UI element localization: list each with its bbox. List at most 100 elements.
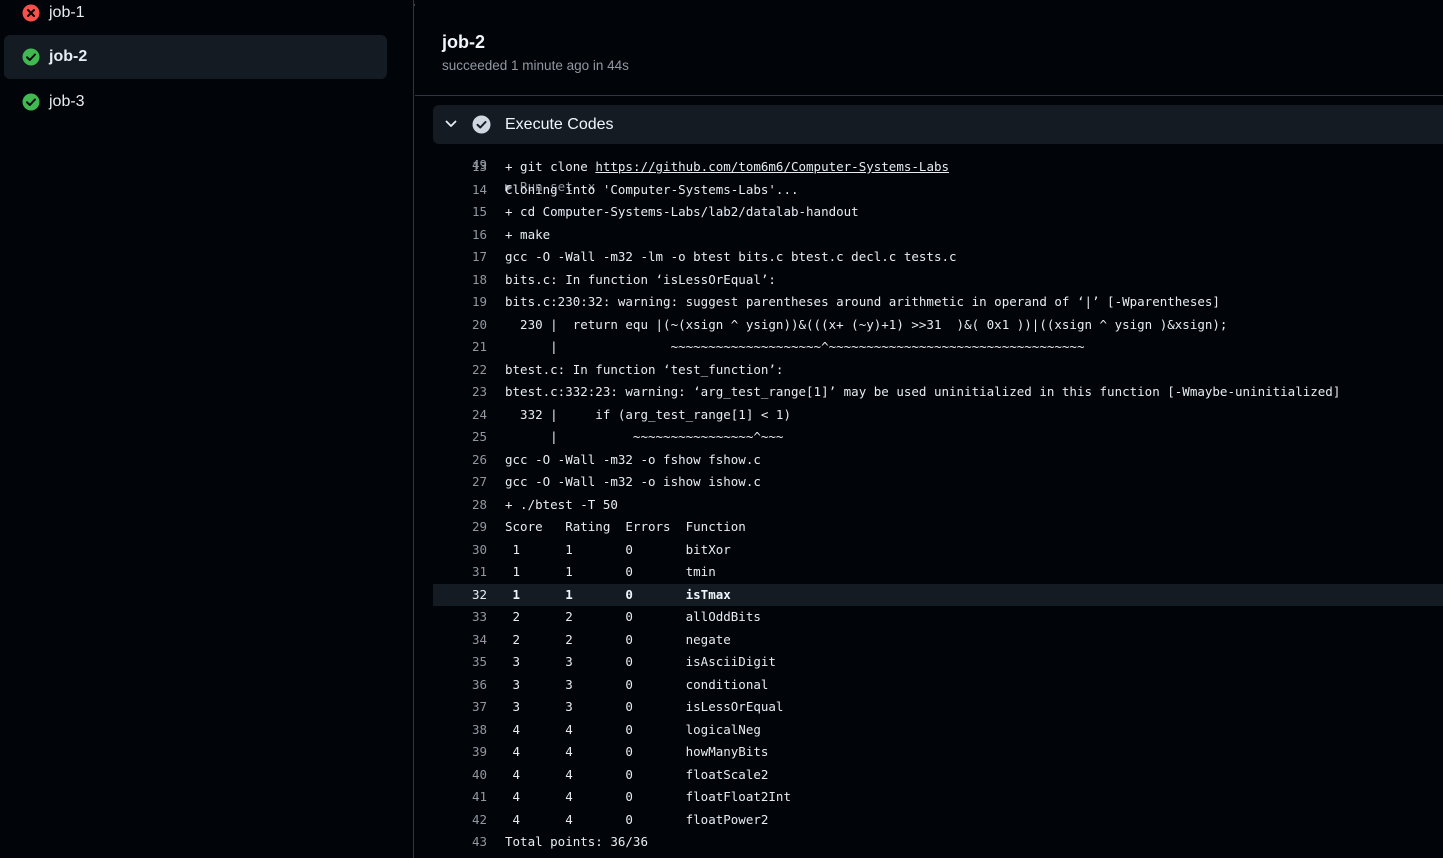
line-number[interactable]: 26 (433, 449, 487, 471)
log-line: 18 bits.c: In function ‘isLessOrEqual’: (433, 269, 1443, 291)
line-text: 3 3 0 isLessOrEqual (505, 696, 784, 718)
line-text: 4 4 0 floatFloat2Int (505, 786, 791, 808)
line-number[interactable]: 38 (433, 719, 487, 741)
line-number[interactable]: 18 (433, 269, 487, 291)
line-number[interactable]: 28 (433, 494, 487, 516)
line-content: 3 3 0 isLessOrEqual (505, 699, 784, 714)
line-content: 4 4 0 logicalNeg (505, 721, 761, 737)
line-number[interactable]: 16 (433, 224, 487, 246)
job-item-job-2[interactable]: job-2 (4, 35, 387, 79)
line-number[interactable]: 24 (433, 404, 487, 426)
line-number[interactable]: 43 (433, 831, 487, 853)
line-content: + make (505, 226, 551, 242)
line-text: + make (505, 224, 550, 246)
line-number[interactable]: 33 (433, 606, 487, 628)
step-header-execute-codes[interactable]: Execute Codes (433, 105, 1443, 144)
line-number[interactable]: 17 (433, 246, 487, 268)
line-text: + cd Computer-Systems-Labs/lab2/datalab-… (505, 201, 859, 223)
line-content: gcc -O -Wall -m32 -lm -o btest bits.c bt… (505, 249, 957, 264)
log-line: 41 4 4 0 floatFloat2Int (433, 786, 1443, 808)
log-line: 34 2 2 0 negate (433, 629, 1443, 651)
repo-link[interactable]: https://github.com/tom6m6/Computer-Syste… (595, 159, 949, 174)
log-line: 24 332 | if (arg_test_range[1] < 1) (433, 404, 1443, 426)
line-number[interactable]: 15 (433, 201, 487, 223)
log-line: 42 4 4 0 floatPower2 (433, 809, 1443, 831)
line-number[interactable]: 37 (433, 696, 487, 718)
line-number[interactable]: 25 (433, 426, 487, 448)
line-text: gcc -O -Wall -m32 -o fshow fshow.c (505, 449, 761, 471)
job-label: job-2 (49, 48, 88, 65)
line-content: + git clone (505, 159, 596, 174)
log-line: 21 | ~~~~~~~~~~~~~~~~~~~~^~~~~~~~~~~~~~~… (433, 336, 1443, 358)
log-line: 43 Total points: 36/36 (433, 831, 1443, 853)
line-text: 4 4 0 logicalNeg (505, 719, 761, 741)
line-number[interactable]: 32 (433, 584, 487, 606)
line-content: bits.c:230:32: warning: suggest parenthe… (505, 294, 1220, 309)
line-number[interactable]: 31 (433, 561, 487, 583)
line-number[interactable]: 20 (433, 314, 487, 336)
step-title: Execute Codes (505, 116, 614, 133)
log-line: 27 gcc -O -Wall -m32 -o ishow ishow.c (433, 471, 1443, 493)
line-text: + ./btest -T 50 (505, 494, 618, 516)
line-content: 2 2 0 allOddBits (505, 609, 761, 624)
line-text: btest.c: In function ‘test_function’: (505, 359, 783, 381)
line-content: | ~~~~~~~~~~~~~~~~^~~~ (505, 429, 784, 444)
log-line: 28 + ./btest -T 50 (433, 494, 1443, 516)
line-content: btest.c: In function ‘test_function’: (505, 361, 784, 377)
log-line: 30 1 1 0 bitXor (433, 539, 1443, 561)
x-circle-fill-icon (22, 4, 40, 22)
log-line: 35 3 3 0 isAsciiDigit (433, 651, 1443, 673)
log-line: 32 1 1 0 isTmax (433, 583, 1443, 606)
log-line: 20 230 | return equ |(~(xsign ^ ysign))&… (433, 314, 1443, 336)
line-content: 4 4 0 floatPower2 (505, 811, 769, 827)
line-content: Cloning into 'Computer-Systems-Labs'... (505, 181, 799, 197)
line-number[interactable]: 42 (433, 809, 487, 831)
line-content: 4 4 0 floatFloat2Int (505, 789, 791, 804)
line-content: 3 3 0 isAsciiDigit (505, 654, 776, 669)
line-number[interactable]: 35 (433, 651, 487, 673)
line-number[interactable]: 13 (433, 156, 487, 178)
jobs-sidebar: job-1 job-2 job-3 (0, 0, 414, 858)
line-number[interactable]: 40 (433, 764, 487, 786)
chevron-down-icon[interactable] (444, 117, 458, 131)
line-text: 4 4 0 howManyBits (505, 741, 769, 763)
line-text: | ~~~~~~~~~~~~~~~~~~~~^~~~~~~~~~~~~~~~~~… (505, 336, 1084, 358)
job-item-job-3[interactable]: job-3 (4, 80, 387, 124)
line-number[interactable]: 39 (433, 741, 487, 763)
log-line: 31 1 1 0 tmin (433, 561, 1443, 583)
log-line: 25 | ~~~~~~~~~~~~~~~~^~~~ (433, 426, 1443, 448)
line-content: Score Rating Errors Function (505, 519, 746, 534)
line-content: 1 1 0 bitXor (505, 541, 731, 557)
log-line: 26 gcc -O -Wall -m32 -o fshow fshow.c (433, 449, 1443, 471)
line-number[interactable]: 14 (433, 179, 487, 201)
line-number[interactable]: 21 (433, 336, 487, 358)
line-number[interactable]: 30 (433, 539, 487, 561)
line-number[interactable]: 41 (433, 786, 487, 808)
line-number[interactable]: 22 (433, 359, 487, 381)
line-text: 230 | return equ |(~(xsign ^ ysign))&(((… (505, 314, 1227, 336)
line-text: 1 1 0 isTmax (505, 584, 731, 606)
line-text: gcc -O -Wall -m32 -lm -o btest bits.c bt… (505, 246, 957, 268)
line-number[interactable]: 36 (433, 674, 487, 696)
log-line: 17 gcc -O -Wall -m32 -lm -o btest bits.c … (433, 246, 1443, 268)
log-line: 14 Cloning into 'Computer-Systems-Labs'..… (433, 179, 1443, 201)
line-text: Score Rating Errors Function (505, 516, 746, 538)
line-text: 1 1 0 bitXor (505, 539, 731, 561)
line-number[interactable]: 29 (433, 516, 487, 538)
line-number[interactable]: 34 (433, 629, 487, 651)
log-line: 22 btest.c: In function ‘test_function’: (433, 359, 1443, 381)
line-number[interactable]: 19 (433, 291, 487, 313)
line-content: + ./btest -T 50 (505, 496, 618, 512)
log-line: 33 2 2 0 allOddBits (433, 606, 1443, 628)
line-number[interactable]: 27 (433, 471, 487, 493)
line-content: gcc -O -Wall -m32 -o fshow fshow.c (505, 451, 761, 467)
line-text: 1 1 0 tmin (505, 561, 716, 583)
job-item-job-1[interactable]: job-1 (4, 0, 387, 35)
line-content: 1 1 0 isTmax (505, 586, 731, 602)
line-text: + git clone https://github.com/tom6m6/Co… (505, 156, 949, 178)
line-content: 4 4 0 floatScale2 (505, 766, 769, 782)
check-circle-fill-icon (22, 48, 40, 66)
line-number[interactable]: 23 (433, 381, 487, 403)
line-text: 4 4 0 floatScale2 (505, 764, 769, 786)
log-line: 15 + cd Computer-Systems-Labs/lab2/datala… (433, 201, 1443, 223)
